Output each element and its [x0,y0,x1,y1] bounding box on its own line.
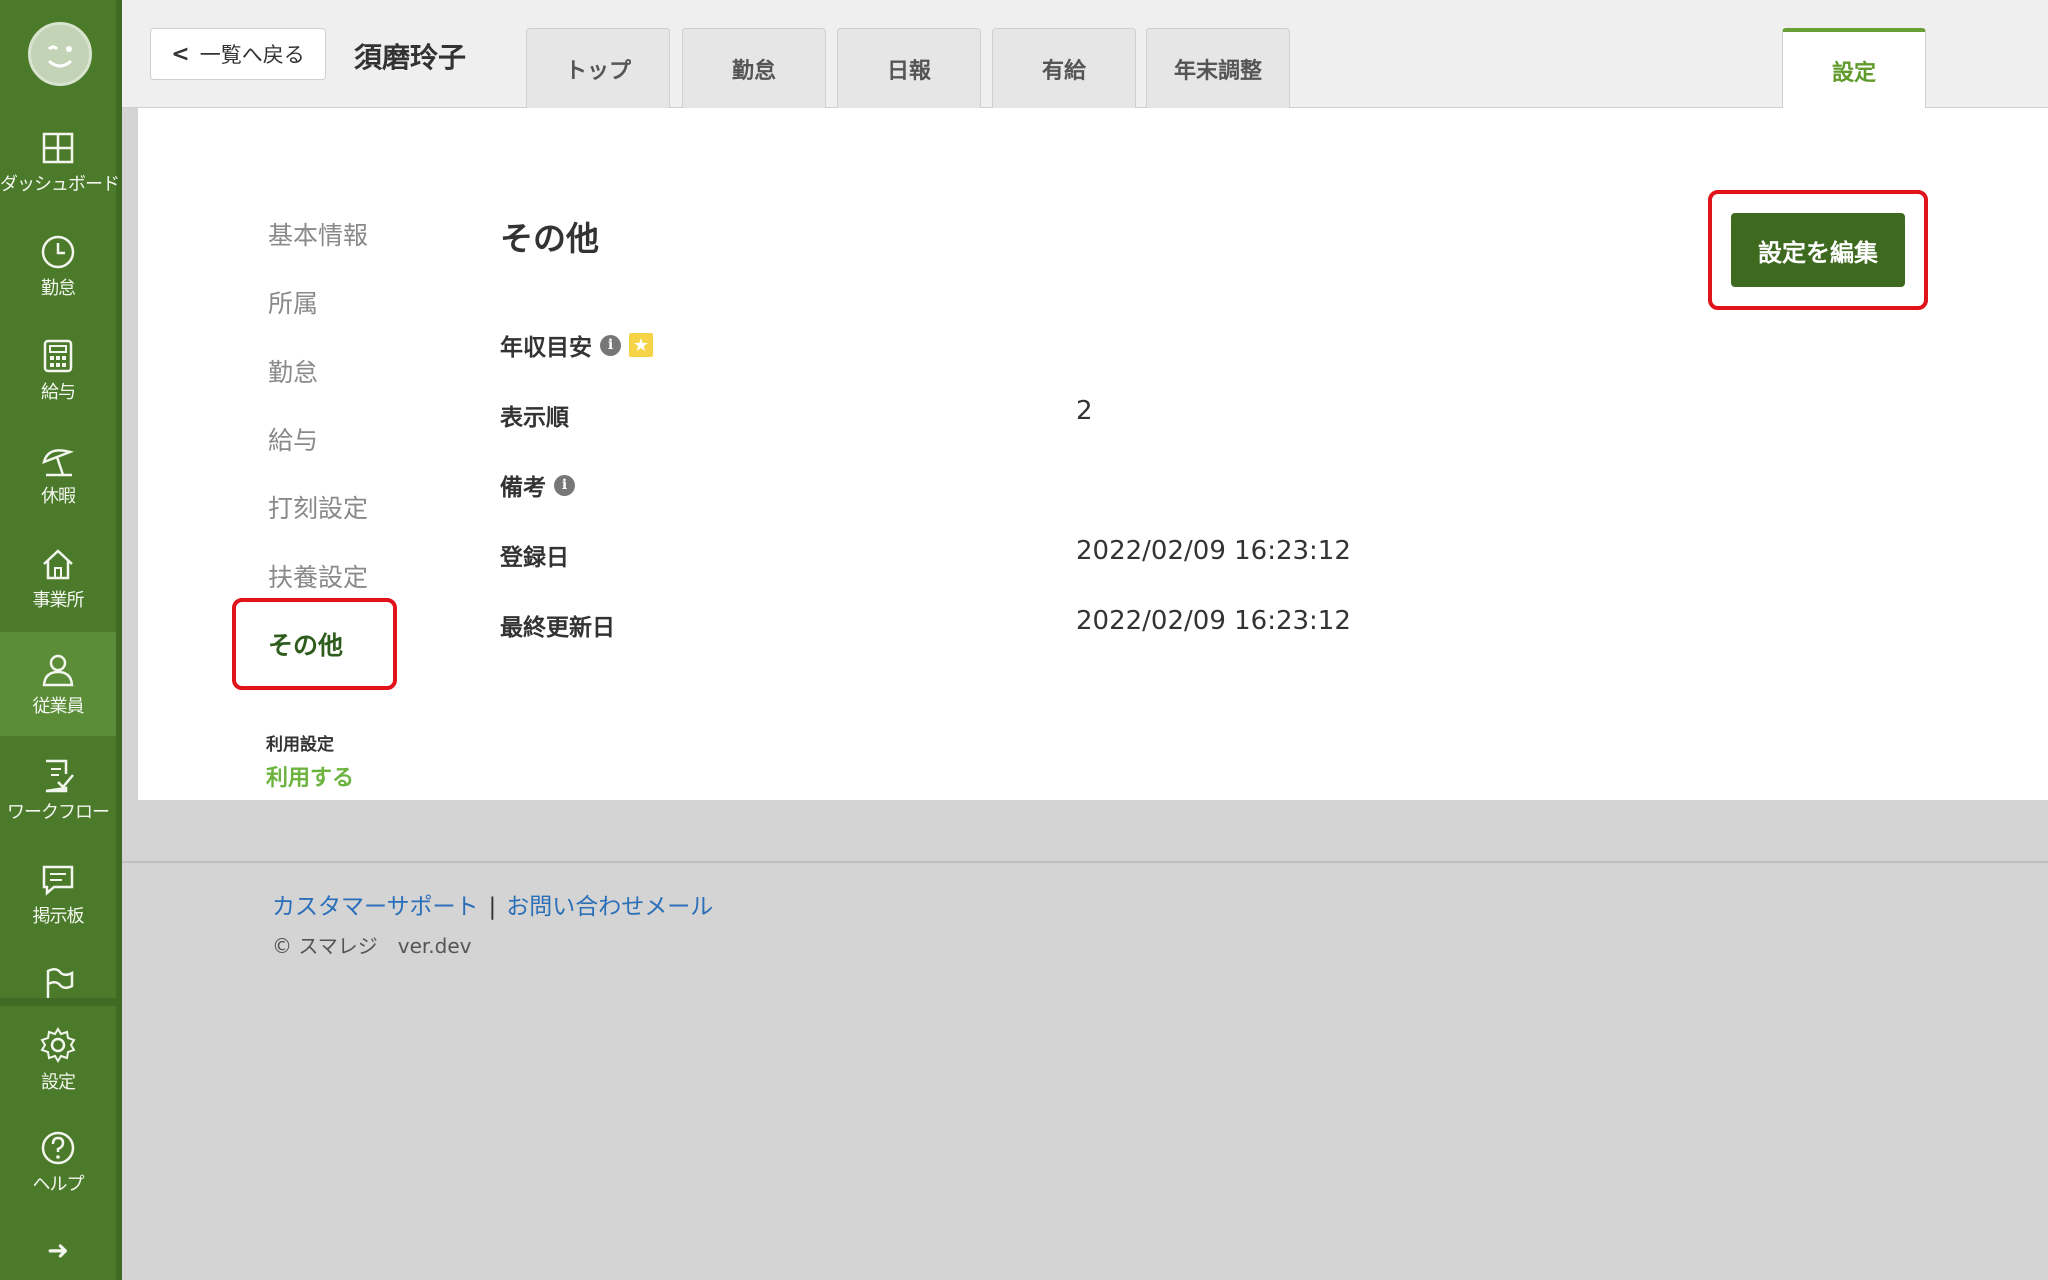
footer-links: カスタマーサポート | お問い合わせメール [272,887,713,921]
highlight-box-subnav [232,598,397,690]
checklist-icon [45,759,74,793]
subnav-item-affiliation[interactable]: 所属 [268,284,318,320]
last-updated-value: 2022/02/09 16:23:12 [1076,606,1351,636]
tab-label: 有給 [1041,58,1086,84]
sidebar-item-help[interactable]: ヘルプ [0,1130,116,1234]
tab-daily-report[interactable]: 日報 [837,28,981,108]
tab-label: 年末調整 [1173,58,1262,84]
tab-paid-leave[interactable]: 有給 [992,28,1136,108]
row-label-text: 登録日 [500,545,569,571]
sidebar-item-label: 事業所 [32,590,85,611]
smile-face-icon [47,45,73,68]
sidebar-item-workflow[interactable]: ワークフロー [0,758,116,862]
section-title: その他 [500,219,599,258]
chat-icon [42,865,74,896]
back-button-label: 一覧へ戻る [199,43,305,67]
sidebar-item-attendance[interactable]: 勤怠 [0,234,116,338]
info-icon[interactable]: i [554,474,575,496]
usage-setting-value[interactable]: 利用する [266,760,354,792]
sidebar-item-label: 休暇 [41,486,76,507]
highlight-box-edit-button [1708,190,1928,310]
tab-label: トップ [564,58,631,84]
sidebar-item-payroll[interactable]: 給与 [0,338,116,442]
sidebar-item-label: 設定 [41,1072,76,1093]
sidebar-item-board[interactable]: 掲示板 [0,862,116,966]
tab-year-end-adjustment[interactable]: 年末調整 [1146,28,1290,108]
footer-divider [122,861,2048,863]
chevron-left-icon: < [171,41,190,67]
star-badge-icon: ★ [629,333,653,357]
row-label-text: 表示順 [500,405,569,431]
flag-icon [46,968,74,1000]
sidebar-item-label: ヘルプ [32,1174,85,1195]
subnav-item-attendance[interactable]: 勤怠 [268,353,318,389]
dashboard-icon [42,132,74,164]
back-to-list-button[interactable]: < 一覧へ戻る [150,28,326,80]
top-header: < 一覧へ戻る 須磨玲子 トップ 勤怠 日報 有給 年末調整 設定 [122,0,2048,109]
sidebar-item-vacation[interactable]: 休暇 [0,442,116,546]
tab-top[interactable]: トップ [526,28,670,108]
subnav-item-timecard-settings[interactable]: 打刻設定 [268,489,368,525]
avatar-area[interactable] [0,0,116,110]
subnav-item-basic-info[interactable]: 基本情報 [268,216,368,252]
sidebar-item-settings[interactable]: 設定 [0,1026,116,1130]
display-order-label: 表示順 [500,398,569,432]
help-icon [41,1131,75,1165]
sidebar-divider [0,998,116,1006]
tab-label: 設定 [1831,60,1876,86]
last-updated-label: 最終更新日 [500,608,615,642]
row-label-text: 最終更新日 [500,615,615,641]
sidebar-item-flag[interactable] [0,966,116,1002]
usage-setting-label: 利用設定 [266,735,334,755]
clock-icon [41,235,75,269]
sidebar-item-employees[interactable]: 従業員 [0,632,116,736]
sidebar-item-label: 勤怠 [41,278,76,299]
tab-label: 日報 [886,58,931,84]
display-order-value: 2 [1076,396,1093,426]
info-icon[interactable]: i [600,334,621,356]
customer-support-link[interactable]: カスタマーサポート [272,894,479,920]
subnav-item-dependents-settings[interactable]: 扶養設定 [268,558,368,594]
tab-label: 勤怠 [731,58,776,84]
footer-separator: | [488,894,497,920]
tab-settings[interactable]: 設定 [1782,28,1926,109]
sidebar-item-label: 従業員 [32,696,85,717]
registered-date-label: 登録日 [500,538,569,572]
registered-date-value: 2022/02/09 16:23:12 [1076,536,1351,566]
employee-name: 須磨玲子 [354,41,467,74]
annual-income-estimate-label: 年収目安 i ★ [500,328,653,362]
gear-icon [40,1027,76,1063]
settings-card: 基本情報 所属 勤怠 給与 打刻設定 扶養設定 その他 利用設定 利用する その… [138,108,2048,800]
tab-attendance[interactable]: 勤怠 [682,28,826,108]
notes-label: 備考 i [500,468,575,502]
sidebar-item-label: 給与 [41,382,76,403]
sidebar: ダッシュボード 勤怠 給与 休暇 事業所 従業員 ワークフロー 掲示板 設定 ヘ… [0,0,122,1280]
row-label-text: 年収目安 [500,335,592,361]
sidebar-item-label: ダッシュボード [0,174,120,195]
row-label-text: 備考 [500,475,546,501]
person-icon [42,654,74,687]
contact-mail-link[interactable]: お問い合わせメール [506,894,713,920]
avatar[interactable] [28,22,92,86]
sidebar-item-label: ワークフロー [7,802,110,823]
sidebar-item-dashboard[interactable]: ダッシュボード [0,130,120,234]
subnav-item-payroll[interactable]: 給与 [268,421,318,457]
arrow-right-icon[interactable]: ➜ [40,1236,76,1266]
umbrella-icon [42,449,75,477]
home-icon [43,549,73,580]
sidebar-item-label: 掲示板 [32,906,85,927]
calculator-icon [43,339,73,373]
copyright: © スマレジ ver.dev [272,934,472,958]
